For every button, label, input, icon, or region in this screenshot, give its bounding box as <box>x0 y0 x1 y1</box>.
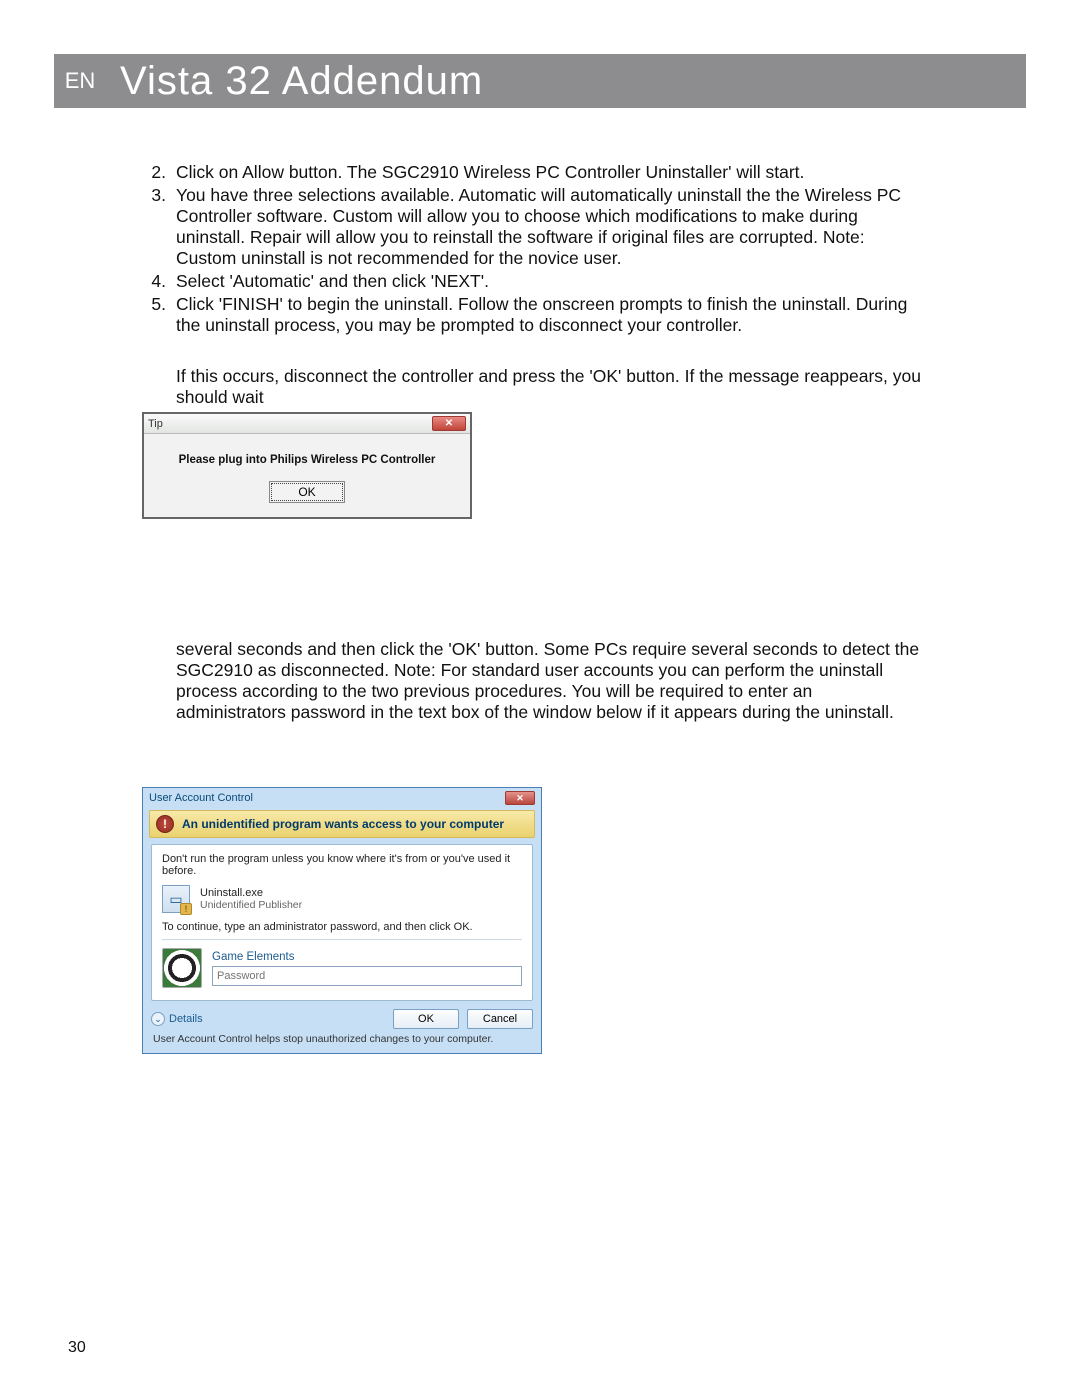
page-number: 30 <box>68 1339 86 1357</box>
uac-publisher: Unidentified Publisher <box>200 899 302 911</box>
page-title: Vista 32 Addendum <box>106 59 483 104</box>
ok-button[interactable]: OK <box>269 481 345 503</box>
uac-titlebar: User Account Control ✕ <box>143 788 541 808</box>
uac-exe-name: Uninstall.exe <box>200 887 302 899</box>
divider <box>162 939 522 940</box>
cancel-button[interactable]: Cancel <box>467 1009 533 1029</box>
step-text: You have three selections available. Aut… <box>168 185 924 269</box>
step-number: 3. <box>142 185 168 269</box>
step-3: 3. You have three selections available. … <box>142 185 924 269</box>
uac-app-row: ▭! Uninstall.exe Unidentified Publisher <box>162 885 522 913</box>
uac-continue-text: To continue, type an administrator passw… <box>162 921 522 933</box>
step-text: Click 'FINISH' to begin the uninstall. F… <box>168 294 924 336</box>
step-text: Select 'Automatic' and then click 'NEXT'… <box>168 271 924 292</box>
body-content: 2. Click on Allow button. The SGC2910 Wi… <box>54 108 924 1054</box>
step-text: Click on Allow button. The SGC2910 Wirel… <box>168 162 924 183</box>
step-5: 5. Click 'FINISH' to begin the uninstall… <box>142 294 924 336</box>
close-icon[interactable]: ✕ <box>432 416 466 431</box>
step-number: 5. <box>142 294 168 336</box>
uac-warning-band: ! An unidentified program wants access t… <box>149 810 535 838</box>
uac-help-text: User Account Control helps stop unauthor… <box>153 1033 531 1045</box>
paragraph-several-seconds: several seconds and then click the 'OK' … <box>176 639 924 723</box>
paragraph-wait: If this occurs, disconnect the controlle… <box>176 366 924 408</box>
step-number: 4. <box>142 271 168 292</box>
language-code: EN <box>54 68 106 94</box>
avatar <box>162 948 202 988</box>
page-banner: EN Vista 32 Addendum <box>54 54 1026 108</box>
program-icon: ▭! <box>162 885 190 913</box>
details-label: Details <box>169 1013 203 1025</box>
chevron-down-icon: ⌄ <box>151 1012 165 1026</box>
close-icon[interactable]: ✕ <box>505 791 535 805</box>
step-2: 2. Click on Allow button. The SGC2910 Wi… <box>142 162 924 183</box>
shield-icon: ! <box>156 815 174 833</box>
step-number: 2. <box>142 162 168 183</box>
alert-overlay-icon: ! <box>180 903 192 915</box>
tip-title: Tip <box>148 418 163 430</box>
tip-message: Please plug into Philips Wireless PC Con… <box>144 434 470 480</box>
password-field[interactable] <box>212 966 522 986</box>
ok-button[interactable]: OK <box>393 1009 459 1029</box>
uac-title-text: User Account Control <box>149 792 253 804</box>
manual-page: EN Vista 32 Addendum 2. Click on Allow b… <box>0 0 1080 1397</box>
uac-user-row: Game Elements <box>162 948 522 988</box>
tip-titlebar: Tip ✕ <box>144 414 470 434</box>
uac-band-text: An unidentified program wants access to … <box>182 817 504 831</box>
step-4: 4. Select 'Automatic' and then click 'NE… <box>142 271 924 292</box>
uac-footer: ⌄ Details OK Cancel <box>151 1009 533 1029</box>
uac-username: Game Elements <box>212 951 522 963</box>
uac-body: Don't run the program unless you know wh… <box>151 844 533 1001</box>
tip-button-row: OK <box>144 480 470 517</box>
uac-dialog: User Account Control ✕ ! An unidentified… <box>142 787 542 1054</box>
uac-warning-text: Don't run the program unless you know wh… <box>162 853 522 877</box>
tip-dialog: Tip ✕ Please plug into Philips Wireless … <box>142 412 472 519</box>
details-toggle[interactable]: ⌄ Details <box>151 1012 203 1026</box>
